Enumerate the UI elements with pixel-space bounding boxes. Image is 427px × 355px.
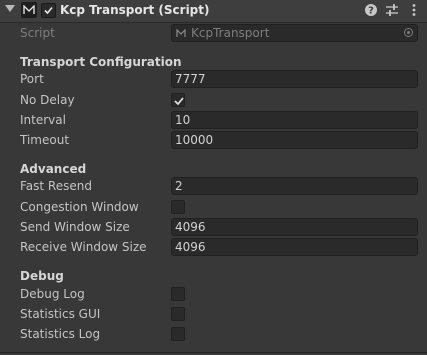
receivewindow-label: Receive Window Size xyxy=(20,240,147,254)
section-title-debug: Debug xyxy=(20,269,64,283)
interval-label: Interval xyxy=(20,113,66,127)
component-enabled-checkbox[interactable] xyxy=(41,3,56,18)
statslog-label: Statistics Log xyxy=(20,327,101,341)
checkmark-icon xyxy=(174,97,184,106)
section-title-advanced: Advanced xyxy=(20,162,87,176)
script-row: Script KcpTransport xyxy=(0,23,427,43)
nodelay-checkbox[interactable] xyxy=(171,93,185,107)
foldout-arrow-icon[interactable] xyxy=(5,5,15,12)
congestion-label: Congestion Window xyxy=(20,200,139,214)
statsgui-checkbox[interactable] xyxy=(171,307,185,321)
script-asset-icon xyxy=(176,29,186,37)
debuglog-checkbox[interactable] xyxy=(171,287,185,301)
component-header: Kcp Transport (Script) ? xyxy=(0,0,427,23)
debuglog-label: Debug Log xyxy=(20,287,85,301)
sendwindow-label: Send Window Size xyxy=(20,220,130,234)
context-menu-icon[interactable] xyxy=(407,3,421,17)
port-label: Port xyxy=(20,72,44,86)
svg-text:?: ? xyxy=(368,6,374,17)
timeout-label: Timeout xyxy=(20,133,70,147)
interval-row: Interval 10 xyxy=(0,110,427,130)
congestion-row: Congestion Window xyxy=(0,197,427,217)
timeout-row: Timeout 10000 xyxy=(0,130,427,150)
port-row: Port 7777 xyxy=(0,69,427,89)
script-object-field[interactable]: KcpTransport xyxy=(171,24,418,42)
congestion-checkbox[interactable] xyxy=(171,200,185,214)
component-title: Kcp Transport (Script) xyxy=(60,3,210,17)
object-picker-icon[interactable] xyxy=(404,28,413,37)
section-title-transport: Transport Configuration xyxy=(20,55,182,69)
statslog-checkbox[interactable] xyxy=(171,327,185,341)
fastresend-label: Fast Resend xyxy=(20,179,92,193)
statsgui-label: Statistics GUI xyxy=(20,307,101,321)
interval-input[interactable]: 10 xyxy=(171,111,418,129)
fastresend-input[interactable]: 2 xyxy=(171,177,418,195)
statslog-row: Statistics Log xyxy=(0,324,427,344)
receivewindow-row: Receive Window Size 4096 xyxy=(0,237,427,257)
help-icon[interactable]: ? xyxy=(364,3,378,17)
script-label: Script xyxy=(20,26,55,40)
statsgui-row: Statistics GUI xyxy=(0,304,427,324)
nodelay-row: No Delay xyxy=(0,90,427,110)
port-input[interactable]: 7777 xyxy=(171,70,418,88)
script-component-icon xyxy=(21,2,37,18)
sendwindow-input[interactable]: 4096 xyxy=(171,218,418,236)
sendwindow-row: Send Window Size 4096 xyxy=(0,217,427,237)
fastresend-row: Fast Resend 2 xyxy=(0,176,427,196)
nodelay-label: No Delay xyxy=(20,93,75,107)
preset-icon[interactable] xyxy=(385,3,399,17)
timeout-input[interactable]: 10000 xyxy=(171,131,418,149)
script-value: KcpTransport xyxy=(191,26,270,40)
receivewindow-input[interactable]: 4096 xyxy=(171,238,418,256)
debuglog-row: Debug Log xyxy=(0,284,427,304)
bottom-divider xyxy=(0,352,427,353)
